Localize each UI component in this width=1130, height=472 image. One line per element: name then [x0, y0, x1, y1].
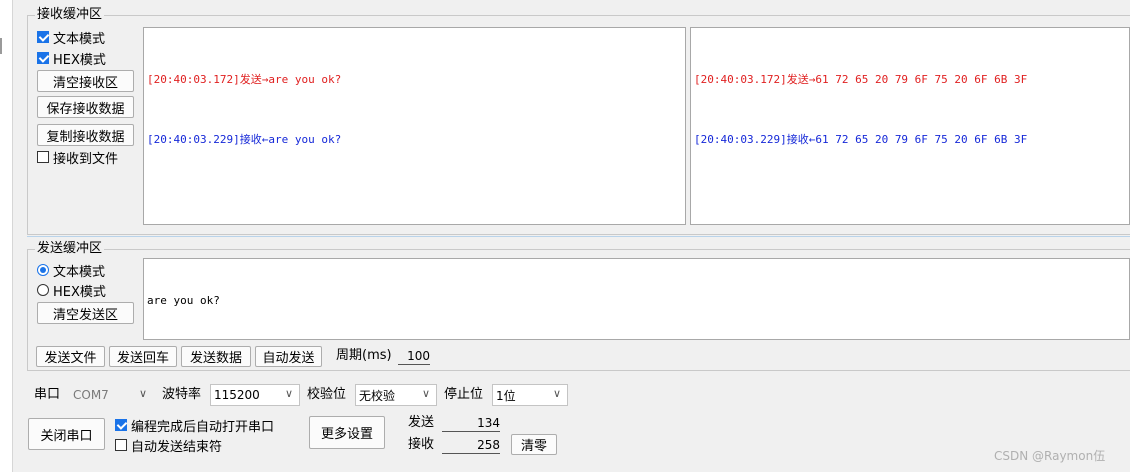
section-divider [27, 236, 1130, 237]
recv-count: 258 [442, 437, 500, 454]
receive-group-title: 接收缓冲区 [35, 7, 105, 23]
hex-line: [20:40:03.172]发送→61 72 65 20 79 6F 75 20… [694, 73, 1028, 86]
port-label: 串口 [34, 387, 61, 402]
copy-receive-data-button[interactable]: 复制接收数据 [37, 124, 134, 146]
clear-receive-button[interactable]: 清空接收区 [37, 70, 134, 92]
chevron-down-icon: ∨ [284, 387, 293, 400]
port-select[interactable]: COM7 ∨ [69, 384, 154, 406]
clear-count-button[interactable]: 清零 [511, 434, 557, 455]
close-port-button[interactable]: 关闭串口 [28, 418, 105, 450]
baud-select[interactable]: 115200 ∨ [210, 384, 300, 406]
receive-hex-pane[interactable]: [20:40:03.172]发送→61 72 65 20 79 6F 75 20… [690, 27, 1130, 225]
parity-label: 校验位 [307, 387, 347, 402]
left-edge-strip [0, 0, 13, 472]
period-label: 周期(ms) [336, 348, 392, 363]
checkbox-empty-icon [115, 439, 127, 451]
send-text-mode-radio[interactable]: 文本模式 [37, 261, 105, 280]
recv-label: 接收 [408, 437, 435, 452]
checkbox-empty-icon [37, 151, 49, 163]
radio-selected-icon [37, 264, 49, 276]
send-enter-button[interactable]: 发送回车 [109, 346, 177, 367]
sent-label: 发送 [408, 415, 435, 430]
stop-bits-select[interactable]: 1位 ∨ [492, 384, 568, 406]
clear-send-button[interactable]: 清空发送区 [37, 302, 134, 324]
auto-open-checkbox[interactable]: 编程完成后自动打开串口 [115, 416, 274, 435]
send-hex-mode-radio[interactable]: HEX模式 [37, 281, 106, 300]
send-file-button[interactable]: 发送文件 [36, 346, 105, 367]
checkbox-checked-icon [115, 419, 127, 431]
period-input[interactable]: 100 [398, 348, 430, 365]
radio-empty-icon [37, 284, 49, 296]
checkbox-checked-icon [37, 31, 49, 43]
chevron-down-icon: ∨ [421, 387, 430, 400]
save-receive-data-button[interactable]: 保存接收数据 [37, 96, 134, 118]
receive-hex-mode-checkbox[interactable]: HEX模式 [37, 49, 106, 68]
auto-send-button[interactable]: 自动发送 [255, 346, 322, 367]
receive-text-pane[interactable]: [20:40:03.172]发送→are you ok? [20:40:03.2… [143, 27, 686, 225]
send-text-area[interactable]: are you ok? [143, 258, 1130, 340]
send-data-button[interactable]: 发送数据 [181, 346, 251, 367]
receive-text-mode-checkbox[interactable]: 文本模式 [37, 28, 105, 47]
chevron-down-icon: ∨ [138, 387, 147, 400]
parity-select[interactable]: 无校验 ∨ [355, 384, 437, 406]
checkbox-checked-icon [37, 52, 49, 64]
text-line: [20:40:03.172]发送→are you ok? [147, 73, 342, 86]
stop-bits-label: 停止位 [444, 387, 484, 402]
send-group-title: 发送缓冲区 [35, 241, 105, 257]
auto-send-end-checkbox[interactable]: 自动发送结束符 [115, 436, 222, 455]
text-line: [20:40:03.229]接收←are you ok? [147, 133, 342, 146]
more-settings-button[interactable]: 更多设置 [309, 416, 385, 449]
sent-count: 134 [442, 415, 500, 432]
baud-label: 波特率 [162, 387, 202, 402]
hex-line: [20:40:03.229]接收←61 72 65 20 79 6F 75 20… [694, 133, 1028, 146]
watermark: CSDN @Raymon伍 [994, 449, 1106, 463]
chevron-down-icon: ∨ [552, 387, 561, 400]
receive-to-file-checkbox[interactable]: 接收到文件 [37, 148, 118, 167]
